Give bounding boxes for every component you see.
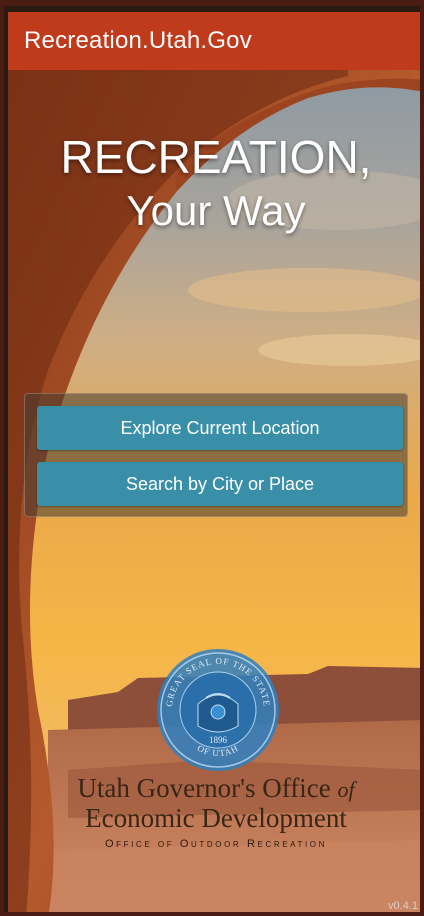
hero-headline: RECREATION, Your Way xyxy=(8,130,420,238)
site-title[interactable]: Recreation.Utah.Gov xyxy=(24,27,252,55)
explore-current-location-button[interactable]: Explore Current Location xyxy=(37,406,403,450)
hero-background: RECREATION, Your Way Explore Current Loc… xyxy=(8,70,420,912)
hero-line-2: Your Way xyxy=(126,187,306,234)
app-header: Recreation.Utah.Gov xyxy=(8,12,420,70)
org-line-2: Economic Development xyxy=(85,803,347,833)
version-label: v0.4.1 xyxy=(388,900,418,912)
hero-line-1: RECREATION, xyxy=(60,131,372,183)
org-line-1-of: of xyxy=(337,777,355,802)
search-city-place-button[interactable]: Search by City or Place xyxy=(37,462,403,506)
org-line-1: Utah Governor's Office of xyxy=(8,773,420,804)
org-logo-text: Utah Governor's Office of Economic Devel… xyxy=(8,773,420,850)
state-seal-icon: GREAT SEAL OF THE STATE OF UTAH 1896 xyxy=(157,649,279,771)
seal-year: 1896 xyxy=(209,735,228,745)
app-frame: Recreation.Utah.Gov RECREATION, Your Way… xyxy=(0,0,424,916)
org-line-1-main: Utah Governor's Office xyxy=(77,773,331,803)
action-panel: Explore Current Location Search by City … xyxy=(24,393,408,517)
org-line-3: Office of Outdoor Recreation xyxy=(105,838,327,850)
